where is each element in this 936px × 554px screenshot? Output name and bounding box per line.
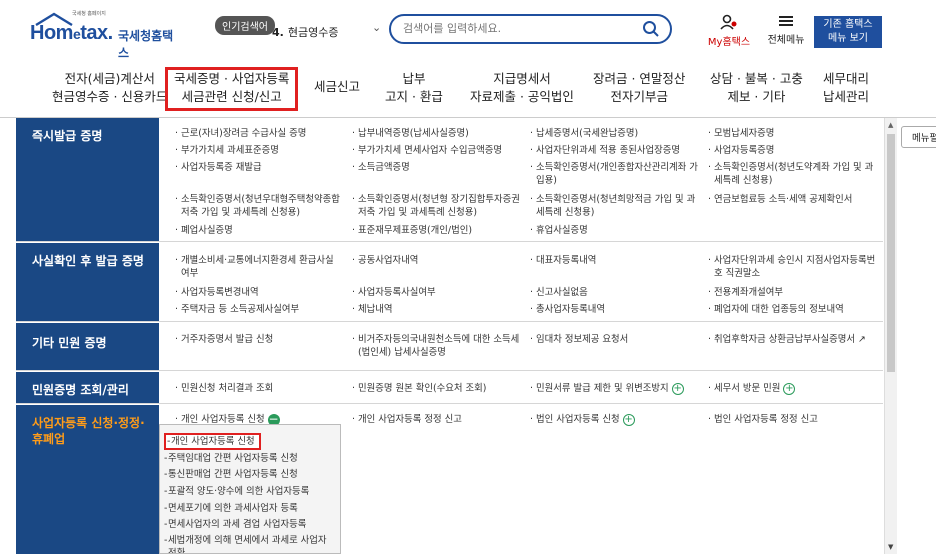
- nav-tax-agent[interactable]: 세무대리 납세관리: [823, 70, 869, 106]
- menu-link[interactable]: 전용계좌개설여부: [708, 286, 880, 299]
- section-title: 즉시발급 증명: [16, 118, 159, 241]
- submenu-item[interactable]: 세법개정에 의해 면세에서 과세로 사업자 전환: [164, 534, 332, 553]
- search-icon[interactable]: [642, 20, 660, 38]
- scroll-down-icon[interactable]: ▼: [888, 543, 893, 551]
- old-menu-button[interactable]: 기존 홈택스 메뉴 보기: [814, 16, 882, 48]
- menu-link[interactable]: 비거주자등의국내원천소득에 대한 소득세(법인세) 납세사실증명: [352, 333, 524, 359]
- nav-incentives[interactable]: 장려금 · 연말정산 전자기부금: [593, 70, 685, 106]
- menu-expand-button[interactable]: 메뉴펼: [901, 126, 936, 148]
- menu-link[interactable]: 폐업사실증명: [175, 224, 345, 237]
- menu-link[interactable]: 민원신청 처리결과 조회: [175, 382, 345, 395]
- section-verified-certificates: 사실확인 후 발급 증명 개별소비세·교통에너지환경세 환급사실 여부 공동사업…: [16, 243, 883, 322]
- menu-link[interactable]: 법인 사업자등록 신청 +: [530, 413, 700, 426]
- menu-link[interactable]: 휴업사실증명: [530, 224, 700, 237]
- section-title: 사실확인 후 발급 증명: [16, 243, 159, 321]
- scroll-up-icon[interactable]: ▲: [888, 121, 893, 129]
- nav-consulting[interactable]: 상담 · 불복 · 고충 제보 · 기타: [710, 70, 803, 106]
- menu-link[interactable]: 소득확인증명서(청년형 장기집합투자증권저축 가입 및 과세특례 신청용): [352, 193, 524, 219]
- scrollbar-thumb[interactable]: [887, 134, 895, 372]
- external-link-icon: ↗: [854, 334, 866, 345]
- vertical-scrollbar[interactable]: ▲ ▼: [884, 118, 897, 554]
- submenu-item[interactable]: 포괄적 양도·양수에 의한 사업자등록: [164, 485, 309, 498]
- menu-link[interactable]: 세무서 방문 민원 +: [708, 382, 880, 395]
- menu-link[interactable]: 임대차 정보제공 요청서: [530, 333, 700, 346]
- menu-link[interactable]: 거주자증명서 발급 신청: [175, 333, 345, 346]
- menu-link[interactable]: 신고사실없음: [530, 286, 700, 299]
- menu-link[interactable]: 개인 사업자등록 정정 신고: [352, 413, 522, 426]
- menu-link[interactable]: 소득확인증명서(청년도약계좌 가입 및 과세특례 신청용): [708, 161, 880, 187]
- search-box: [389, 14, 672, 44]
- menu-link[interactable]: 모범납세자증명: [708, 127, 880, 140]
- section-title: 민원증명 조회/관리: [16, 372, 159, 403]
- menu-link[interactable]: 사업자등록사실여부: [352, 286, 522, 299]
- menu-content: 즉시발급 증명 근로(자녀)장려금 수급사실 증명 납부내역증명(납세사실증명)…: [16, 118, 883, 554]
- hometax-logo[interactable]: 국세청 홈페이지 Hometax. 국세청홈택스: [28, 10, 178, 60]
- menu-link[interactable]: 주택자금 등 소득공제사실여부: [175, 303, 345, 316]
- section-title: 사업자등록 신청·정정· 휴폐업: [16, 405, 159, 554]
- plus-icon[interactable]: +: [783, 382, 796, 395]
- menu-link[interactable]: 민원서류 발급 제한 및 위변조방지 +: [530, 382, 706, 395]
- menu-link[interactable]: 사업자등록증명: [708, 144, 880, 157]
- menu-link[interactable]: 소득금액증명: [352, 161, 522, 174]
- user-icon: [720, 14, 737, 30]
- menu-link[interactable]: 소득확인증명서(개인종합자산관리계좌 가입용): [530, 161, 702, 187]
- main-nav: 전자(세금)계산서 현금영수증 · 신용카드 국세증명 · 사업자등록 세금관련 신…: [0, 56, 936, 118]
- menu-link[interactable]: 취업후학자금 상환금납부사실증명서 ↗: [708, 333, 880, 346]
- menu-link[interactable]: 사업자등록증 재발급: [175, 161, 345, 174]
- submenu-item[interactable]: 개인 사업자등록 신청: [164, 433, 261, 450]
- menu-link[interactable]: 총사업자등록내역: [530, 303, 700, 316]
- section-title: 기타 민원 증명: [16, 323, 159, 370]
- popular-search-term[interactable]: 4. 현금영수증: [272, 24, 338, 40]
- menu-link[interactable]: 소득확인증명서(청년희망적금 가입 및 과세특례 신청용): [530, 193, 702, 219]
- chevron-down-icon[interactable]: ⌄: [372, 21, 381, 34]
- menu-link[interactable]: 사업자단위과세 승인시 지점사업자등록번호 직권말소: [708, 254, 880, 280]
- submenu-item[interactable]: 통신판매업 간편 사업자등록 신청: [164, 468, 298, 481]
- menu-link[interactable]: 개별소비세·교통에너지환경세 환급사실 여부: [175, 254, 345, 280]
- menu-link[interactable]: 폐업자에 대한 업종등의 정보내역: [708, 303, 880, 316]
- submenu-item[interactable]: 면세사업자의 과세 겸업 사업자등록: [164, 518, 306, 531]
- nav-e-invoice[interactable]: 전자(세금)계산서 현금영수증 · 신용카드: [52, 70, 167, 106]
- plus-icon[interactable]: +: [671, 382, 684, 395]
- menu-link[interactable]: 소득확인증명서(청년우대형주택청약종합저축 가입 및 과세특례 신청용): [175, 193, 345, 219]
- menu-link[interactable]: 근로(자녀)장려금 수급사실 증명: [175, 127, 345, 140]
- menu-link[interactable]: 사업자단위과세 적용 종된사업장증명: [530, 144, 706, 157]
- section-instant-certificates: 즉시발급 증명 근로(자녀)장려금 수급사실 증명 납부내역증명(납세사실증명)…: [16, 118, 883, 242]
- nav-statements[interactable]: 지급명세서 자료제출 · 공익법인: [470, 70, 574, 106]
- menu-link[interactable]: 법인 사업자등록 정정 신고: [708, 413, 880, 426]
- logo-wordmark: Hometax.: [30, 22, 113, 44]
- header: 국세청 홈페이지 Hometax. 국세청홈택스 인기검색어 4. 현금영수증 ⌄…: [0, 0, 936, 60]
- submenu-individual-registration: 개인 사업자등록 신청 주택임대업 간편 사업자등록 신청 통신판매업 간편 사…: [159, 424, 341, 554]
- submenu-item[interactable]: 면세포기에 의한 과세사업자 등록: [164, 502, 298, 515]
- menu-link[interactable]: 납부내역증명(납세사실증명): [352, 127, 522, 140]
- plus-icon[interactable]: +: [622, 413, 635, 426]
- menu-link[interactable]: 표준재무제표증명(개인/법인): [352, 224, 522, 237]
- logo-small-text: 국세청 홈페이지: [72, 11, 106, 17]
- submenu-item[interactable]: 주택임대업 간편 사업자등록 신청: [164, 452, 298, 465]
- menu-link[interactable]: 체납내역: [352, 303, 522, 316]
- section-certificate-lookup: 민원증명 조회/관리 민원신청 처리결과 조회 민원증명 원본 확인(수요처 조…: [16, 372, 883, 404]
- popular-search-badge: 인기검색어: [215, 16, 275, 35]
- section-business-registration: 사업자등록 신청·정정·휴폐업 개인 사업자등록 신청 − 개인 사업자등록 정…: [16, 405, 883, 554]
- section-other-certificates: 기타 민원 증명 거주자증명서 발급 신청 비거주자등의국내원천소득에 대한 소…: [16, 323, 883, 371]
- all-menu-button[interactable]: 전체메뉴: [762, 14, 810, 46]
- hamburger-icon: [779, 16, 793, 26]
- menu-link[interactable]: 부가가치세 과세표준증명: [175, 144, 345, 157]
- menu-link[interactable]: 연금보험료등 소득·세액 공제확인서: [708, 193, 880, 206]
- my-hometax-button[interactable]: My홈택스: [706, 14, 752, 48]
- menu-link[interactable]: 사업자등록변경내역: [175, 286, 345, 299]
- menu-link[interactable]: 납세증명서(국세완납증명): [530, 127, 700, 140]
- menu-link[interactable]: 민원증명 원본 확인(수요처 조회): [352, 382, 528, 395]
- nav-payment[interactable]: 납부 고지 · 환급: [385, 70, 443, 106]
- nav-tax-filing[interactable]: 세금신고: [314, 78, 360, 96]
- menu-link[interactable]: 부가가치세 면세사업자 수입금액증명: [352, 144, 528, 157]
- nav-certificates[interactable]: 국세증명 · 사업자등록 세금관련 신청/신고: [165, 67, 299, 111]
- menu-link[interactable]: 대표자등록내역: [530, 254, 700, 267]
- menu-link[interactable]: 공동사업자내역: [352, 254, 522, 267]
- search-input[interactable]: [403, 22, 633, 35]
